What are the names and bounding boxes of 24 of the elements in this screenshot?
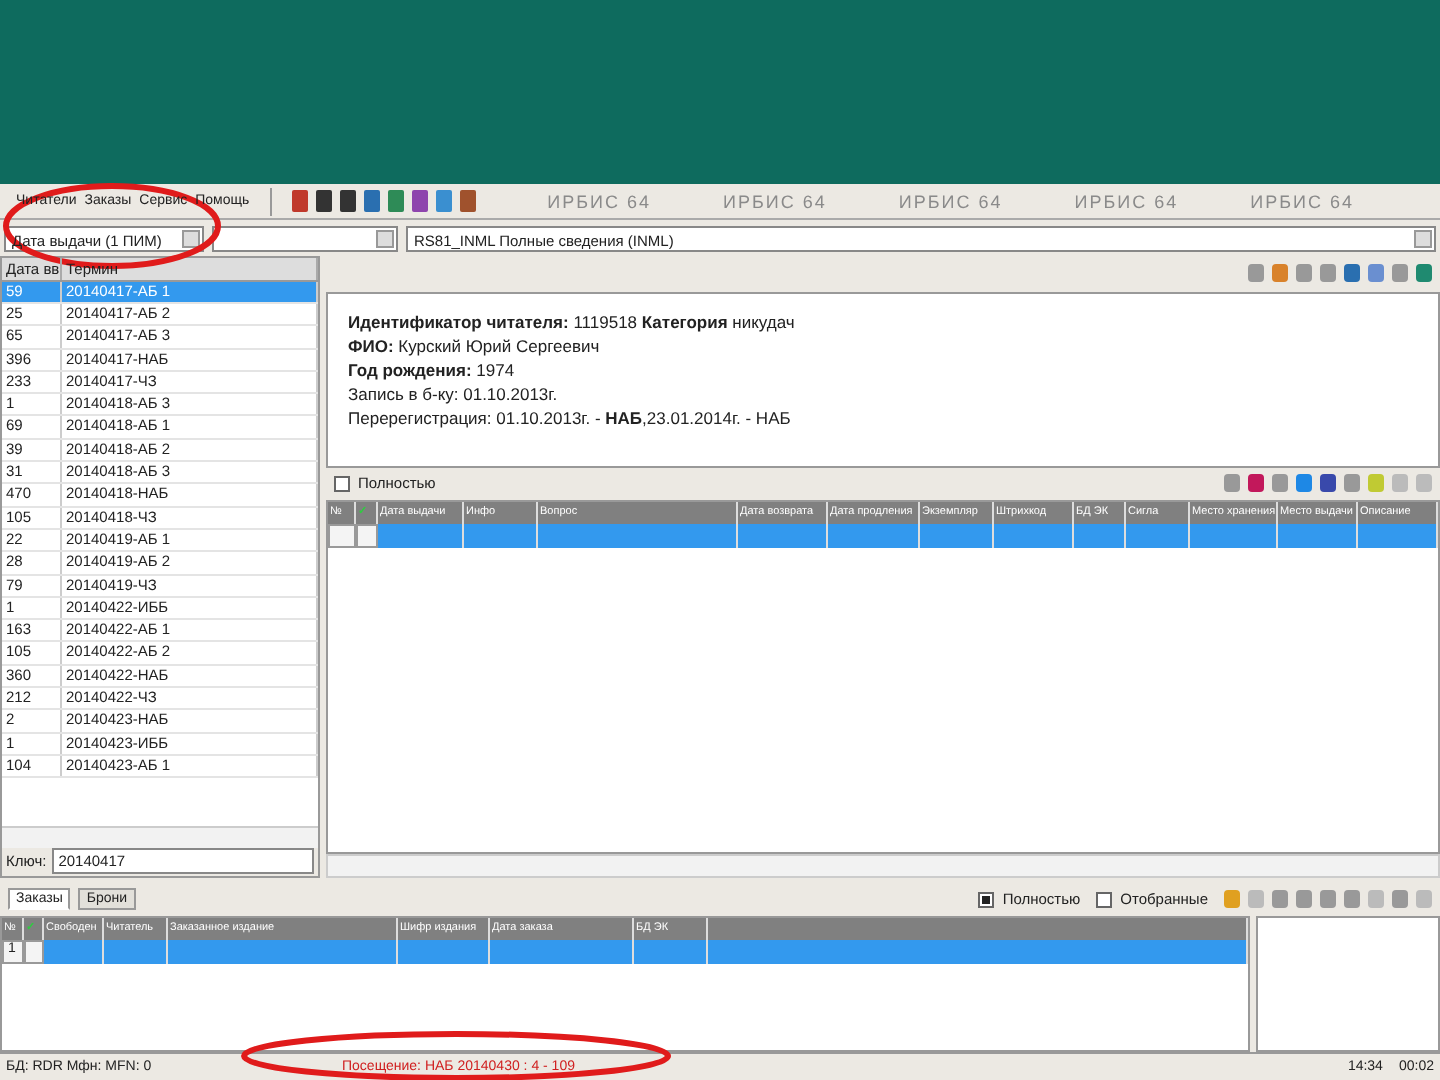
record-line: Идентификатор читателя: 1119518 Категория никудач	[348, 309, 797, 334]
record-line: Перерегистрация: 01.10.2013г. - НАБ,23.01.2014г. - НАБ	[348, 405, 793, 430]
selected-row[interactable]	[328, 523, 1438, 548]
logo-text: ИРБИС 64	[1250, 191, 1354, 212]
record-line: ФИО: Курский Юрий Сергеевич	[348, 333, 602, 358]
toolbar-icon[interactable]	[459, 190, 476, 213]
term-dropdown[interactable]	[212, 225, 398, 252]
logo-text: ИРБИС 64	[898, 191, 1003, 212]
scrollbar[interactable]	[326, 853, 1440, 878]
logo-text: ИРБИС 64	[1074, 191, 1179, 212]
scrollbar[interactable]	[2, 825, 318, 848]
logo-text: ИРБИС 64	[547, 191, 652, 212]
record-line: Запись в б-ку: 01.10.2013г.	[348, 381, 560, 406]
checkbox[interactable]	[978, 891, 995, 908]
checkbox[interactable]	[1096, 891, 1113, 908]
row-header-cell	[356, 523, 378, 548]
record-line: Год рождения: 1974	[348, 357, 517, 382]
toolbar-icon[interactable]	[411, 190, 428, 213]
row-header-cell	[24, 939, 44, 964]
checkbox[interactable]	[334, 475, 350, 492]
toolbar-icon[interactable]	[291, 190, 308, 213]
toolbar-icon[interactable]	[339, 190, 356, 213]
toolbar-icon[interactable]	[315, 190, 332, 213]
logo-text: ИРБИС 64	[723, 191, 827, 212]
